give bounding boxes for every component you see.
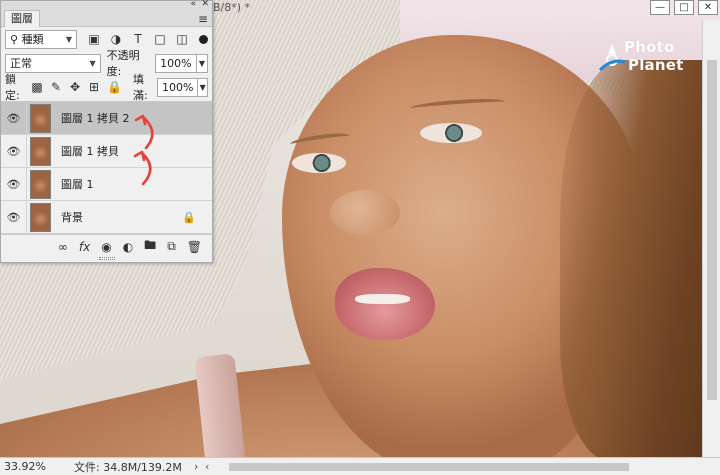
- photoshop-window: Photo Planet B/8*) * — □ ✕ 33.92% 文件: 34…: [0, 0, 720, 475]
- layer-locked-icon: 🔒: [182, 210, 196, 224]
- blend-mode-select[interactable]: 正常 ▼: [5, 53, 101, 73]
- document-size-label: 文件:: [74, 460, 100, 474]
- layer-thumbnail[interactable]: [30, 169, 51, 199]
- layer-filter-select[interactable]: ⚲ 種類 ▼: [5, 29, 77, 49]
- search-icon: ⚲: [10, 32, 19, 46]
- lock-icons: ▩ ✎ ✥ ⊞ 🔒: [31, 80, 122, 94]
- link-layers-icon[interactable]: ∞: [58, 240, 68, 254]
- logo-text-line2: Planet: [628, 56, 684, 74]
- layer-style-fx-icon[interactable]: fx: [79, 240, 90, 254]
- visibility-eye-icon[interactable]: 👁: [1, 101, 27, 135]
- add-mask-icon[interactable]: ◉: [101, 240, 111, 254]
- panel-footer: ∞ fx ◉ ◐ 🖿 ⧉ 🗑: [1, 234, 212, 258]
- photo-nose: [330, 190, 400, 235]
- panel-tab-row: 圖層 ≡: [1, 10, 212, 27]
- layer-list: 👁 圖層 1 拷貝 2 👁 圖層 1 拷貝 👁 圖層 1 👁 背景 🔒: [1, 101, 212, 234]
- new-group-folder-icon[interactable]: 🖿: [144, 236, 156, 257]
- vertical-scrollbar[interactable]: [702, 20, 720, 457]
- panel-close-icon[interactable]: ✕: [201, 0, 209, 9]
- layer-row[interactable]: 👁 背景 🔒: [1, 200, 212, 234]
- photo-eye: [292, 153, 346, 173]
- lock-row: 鎖定: ▩ ✎ ✥ ⊞ 🔒 填滿: 100% ▼: [1, 73, 212, 102]
- close-button[interactable]: ✕: [698, 0, 718, 15]
- minimize-button[interactable]: —: [650, 0, 670, 15]
- filter-toggle-icon[interactable]: [199, 34, 208, 44]
- photo-eye: [420, 123, 482, 143]
- layer-name[interactable]: 圖層 1: [61, 176, 94, 192]
- lock-all-icon[interactable]: 🔒: [107, 80, 122, 94]
- layer-row[interactable]: 👁 圖層 1 拷貝: [1, 134, 212, 168]
- panel-header-strip[interactable]: « ✕: [1, 0, 212, 10]
- new-layer-icon[interactable]: ⧉: [167, 239, 176, 254]
- panel-menu-icon[interactable]: ≡: [198, 12, 208, 26]
- layers-panel: « ✕ 圖層 ≡ ⚲ 種類 ▼ ▣ ◑ T □ ◫ 正常 ▼ 不透明度: 100…: [0, 0, 213, 263]
- adjustment-filter-icon[interactable]: ◑: [109, 32, 123, 46]
- tab-layers[interactable]: 圖層: [4, 10, 40, 27]
- lock-label: 鎖定:: [5, 73, 20, 102]
- layer-name[interactable]: 圖層 1 拷貝: [61, 143, 119, 159]
- layer-name[interactable]: 背景: [61, 209, 83, 225]
- new-adjustment-layer-icon[interactable]: ◐: [123, 240, 133, 254]
- chevron-down-icon: ▼: [89, 58, 96, 68]
- layer-thumbnail[interactable]: [30, 103, 51, 133]
- horizontal-scrollbar[interactable]: ‹: [205, 460, 720, 474]
- opacity-field[interactable]: 100%: [155, 53, 197, 73]
- layer-row[interactable]: 👁 圖層 1: [1, 167, 212, 201]
- document-size-value: 34.8M/139.2M: [103, 460, 182, 474]
- fill-label: 填滿:: [133, 73, 148, 102]
- close-icon: ✕: [703, 2, 713, 13]
- opacity-value: 100%: [160, 56, 192, 70]
- blend-row: 正常 ▼ 不透明度: 100% ▼: [1, 49, 212, 78]
- photo-hair: [560, 60, 720, 457]
- status-bar: 33.92% 文件: 34.8M/139.2M › ‹: [0, 457, 720, 475]
- scroll-left-icon[interactable]: ‹: [205, 460, 209, 473]
- visibility-eye-icon[interactable]: 👁: [1, 200, 27, 234]
- maximize-icon: □: [679, 2, 689, 13]
- collapse-panel-icon[interactable]: «: [190, 0, 196, 9]
- layer-thumbnail[interactable]: [30, 136, 51, 166]
- filter-kind-value: 種類: [21, 33, 44, 46]
- fill-dropdown-icon[interactable]: ▼: [198, 77, 208, 97]
- layer-name[interactable]: 圖層 1 拷貝 2: [61, 110, 130, 126]
- watermark-logo: Photo Planet: [598, 38, 698, 80]
- zoom-level[interactable]: 33.92%: [0, 460, 46, 473]
- document-size: 文件: 34.8M/139.2M: [44, 459, 194, 475]
- maximize-button[interactable]: □: [674, 0, 694, 15]
- filter-icons: ▣ ◑ T □ ◫: [87, 32, 208, 46]
- smart-object-filter-icon[interactable]: ◫: [175, 32, 189, 46]
- panel-resize-grip[interactable]: [99, 257, 115, 260]
- lock-image-pixels-icon[interactable]: ✎: [50, 80, 62, 94]
- visibility-eye-icon[interactable]: 👁: [1, 134, 27, 168]
- shape-filter-icon[interactable]: □: [153, 32, 167, 46]
- layer-row[interactable]: 👁 圖層 1 拷貝 2: [1, 101, 212, 135]
- type-filter-icon[interactable]: T: [131, 32, 145, 46]
- window-controls: — □ ✕: [650, 0, 718, 15]
- logo-text-line1: Photo: [624, 38, 675, 56]
- blend-mode-value: 正常: [10, 57, 32, 70]
- lock-position-icon[interactable]: ✥: [69, 80, 81, 94]
- photo-lips: [335, 268, 435, 340]
- fill-value: 100%: [162, 80, 194, 94]
- layer-thumbnail[interactable]: [30, 202, 51, 232]
- vertical-scroll-thumb[interactable]: [707, 60, 717, 400]
- horizontal-scroll-thumb[interactable]: [229, 463, 629, 471]
- delete-layer-trash-icon[interactable]: 🗑: [187, 240, 202, 254]
- visibility-eye-icon[interactable]: 👁: [1, 167, 27, 201]
- pixel-filter-icon[interactable]: ▣: [87, 32, 101, 46]
- fill-field[interactable]: 100%: [157, 77, 199, 97]
- lock-artboard-icon[interactable]: ⊞: [88, 80, 100, 94]
- opacity-dropdown-icon[interactable]: ▼: [196, 53, 209, 73]
- document-title: B/8*) *: [213, 1, 251, 14]
- chevron-down-icon: ▼: [65, 34, 72, 44]
- lock-transparency-icon[interactable]: ▩: [31, 80, 43, 94]
- minimize-icon: —: [655, 2, 665, 13]
- logo-mark-icon: [598, 44, 626, 72]
